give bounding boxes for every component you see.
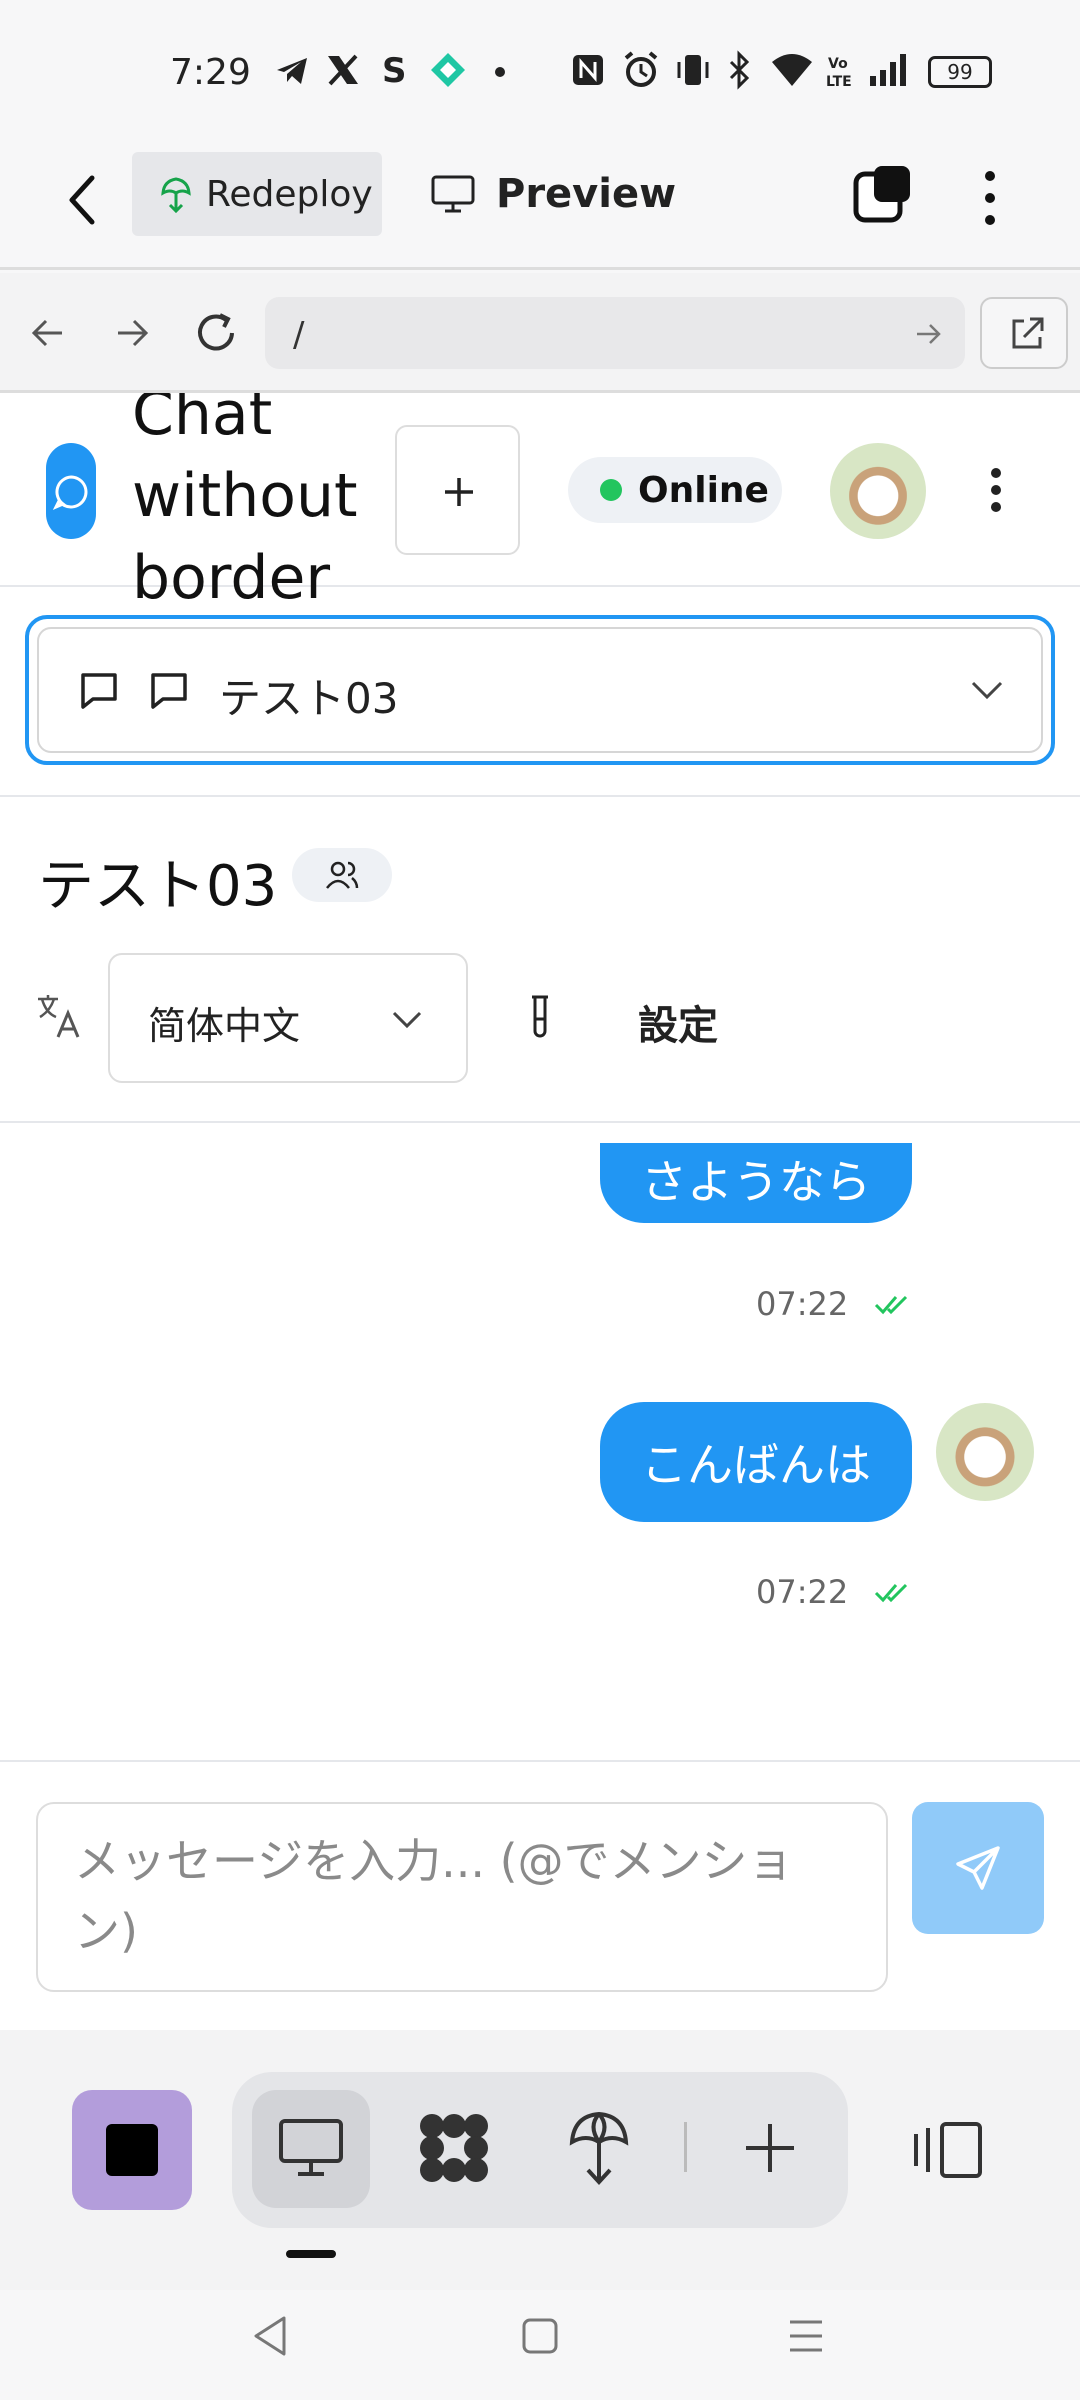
chevron-down-icon: [971, 681, 1003, 700]
language-label: 简体中文: [148, 1004, 301, 1048]
nav-back-icon[interactable]: [28, 313, 68, 353]
message-text: さようなら: [641, 1155, 871, 1209]
system-menu-icon[interactable]: [786, 2316, 826, 2356]
workspace-bottom-bar: [0, 2030, 1080, 2290]
s-app-icon: S: [382, 51, 407, 90]
message-time: 07:22: [756, 1573, 849, 1611]
bluetooth-icon: [729, 50, 750, 90]
deployments-icon[interactable]: [568, 2108, 630, 2188]
go-arrow-icon[interactable]: [913, 319, 943, 349]
wifi-icon: [772, 54, 812, 86]
divider: [0, 1121, 1080, 1123]
send-icon: [956, 1846, 1000, 1890]
app-toolbar: Redeploy Preview: [0, 130, 1080, 270]
split-view-icon[interactable]: [912, 2120, 984, 2180]
monitor-icon: [431, 175, 475, 213]
message-time: 07:22: [756, 1285, 849, 1323]
volte-icon: Vo LTE: [826, 56, 852, 90]
message-square-icon: [151, 673, 187, 709]
send-button[interactable]: [912, 1802, 1044, 1934]
reload-icon[interactable]: [192, 309, 240, 357]
preview-label: Preview: [496, 171, 677, 217]
redeploy-button[interactable]: Redeploy: [132, 152, 382, 236]
chevron-down-icon: [392, 1011, 422, 1029]
redeploy-label: Redeploy: [206, 173, 373, 215]
message-input[interactable]: メッセージを入力... (@でメンション): [36, 1802, 888, 1992]
x-icon: [328, 54, 358, 86]
nfc-icon: [573, 55, 603, 85]
chat-header: Chat without border Online: [0, 393, 1080, 613]
browser-bar: /: [0, 273, 1080, 393]
svg-text:LTE: LTE: [826, 74, 852, 90]
telegram-icon: [277, 58, 307, 84]
vibrate-icon: [677, 55, 709, 85]
back-icon[interactable]: [62, 170, 106, 230]
online-label: Online: [638, 469, 769, 511]
room-icon: [81, 673, 117, 709]
open-external-button[interactable]: [980, 297, 1068, 369]
chat-bubble-icon: [52, 475, 88, 510]
settings-button[interactable]: 設定: [638, 993, 718, 1051]
binance-icon: [431, 53, 465, 87]
chat-more-icon[interactable]: [986, 465, 1006, 515]
stop-button[interactable]: [72, 2090, 192, 2210]
message-composer: メッセージを入力... (@でメンション): [0, 1760, 1080, 2030]
members-button[interactable]: [292, 848, 392, 902]
message-bubble: こんばんは: [600, 1402, 912, 1522]
app-title: Chat without border: [132, 393, 358, 613]
read-check-icon: [874, 1295, 908, 1315]
system-home-icon[interactable]: [520, 2316, 560, 2356]
user-avatar[interactable]: [830, 443, 926, 539]
svg-text:Vo: Vo: [828, 56, 848, 72]
preview-tool-tab[interactable]: [252, 2090, 370, 2208]
online-status-badge: Online: [568, 457, 782, 523]
monitor-icon: [279, 2119, 343, 2176]
svg-text:S: S: [382, 51, 407, 90]
system-back-icon[interactable]: [250, 2314, 290, 2358]
alarm-icon: [624, 51, 658, 87]
url-field[interactable]: /: [265, 297, 965, 369]
message-input-placeholder: メッセージを入力... (@でメンション): [74, 1834, 794, 1958]
battery-indicator: 99: [928, 56, 992, 88]
status-time: 7:29: [170, 52, 251, 93]
divider: [0, 795, 1080, 797]
preview-tab[interactable]: Preview: [430, 152, 676, 236]
signal-icon: [870, 54, 906, 86]
add-tool-icon[interactable]: [742, 2120, 798, 2176]
room-selector[interactable]: テスト03: [25, 615, 1055, 765]
deploy-icon: [161, 177, 191, 213]
tool-divider: [684, 2122, 687, 2172]
online-dot: [600, 479, 622, 501]
read-check-icon: [874, 1583, 908, 1603]
stop-icon: [106, 2124, 158, 2176]
workflow-icon[interactable]: [416, 2110, 492, 2186]
room-title: テスト03: [38, 854, 278, 919]
add-room-button[interactable]: [395, 425, 520, 555]
plus-icon: [445, 478, 473, 506]
message-avatar[interactable]: [936, 1403, 1034, 1501]
language-select[interactable]: 简体中文: [108, 953, 468, 1083]
more-menu-icon[interactable]: [978, 166, 1002, 230]
status-bar: 7:29 S Vo LTE 99: [0, 0, 1080, 130]
message-bubble: さようなら: [600, 1143, 912, 1223]
active-tab-indicator: [286, 2250, 336, 2258]
system-nav-bar: [0, 2290, 1080, 2400]
message-text: こんばんは: [641, 1438, 871, 1492]
tabs-icon[interactable]: [852, 162, 914, 226]
users-icon: [326, 861, 359, 889]
battery-level: 99: [947, 60, 973, 84]
external-link-icon: [1012, 317, 1044, 349]
app-logo: [46, 443, 96, 539]
nav-forward-icon[interactable]: [112, 313, 152, 353]
url-text: /: [293, 315, 305, 355]
selected-room-label: テスト03: [219, 674, 399, 723]
room-selector-field[interactable]: テスト03: [37, 627, 1043, 753]
translate-icon: [38, 995, 80, 1038]
test-tube-icon[interactable]: [528, 993, 552, 1043]
more-notifications-icon: [495, 67, 505, 77]
